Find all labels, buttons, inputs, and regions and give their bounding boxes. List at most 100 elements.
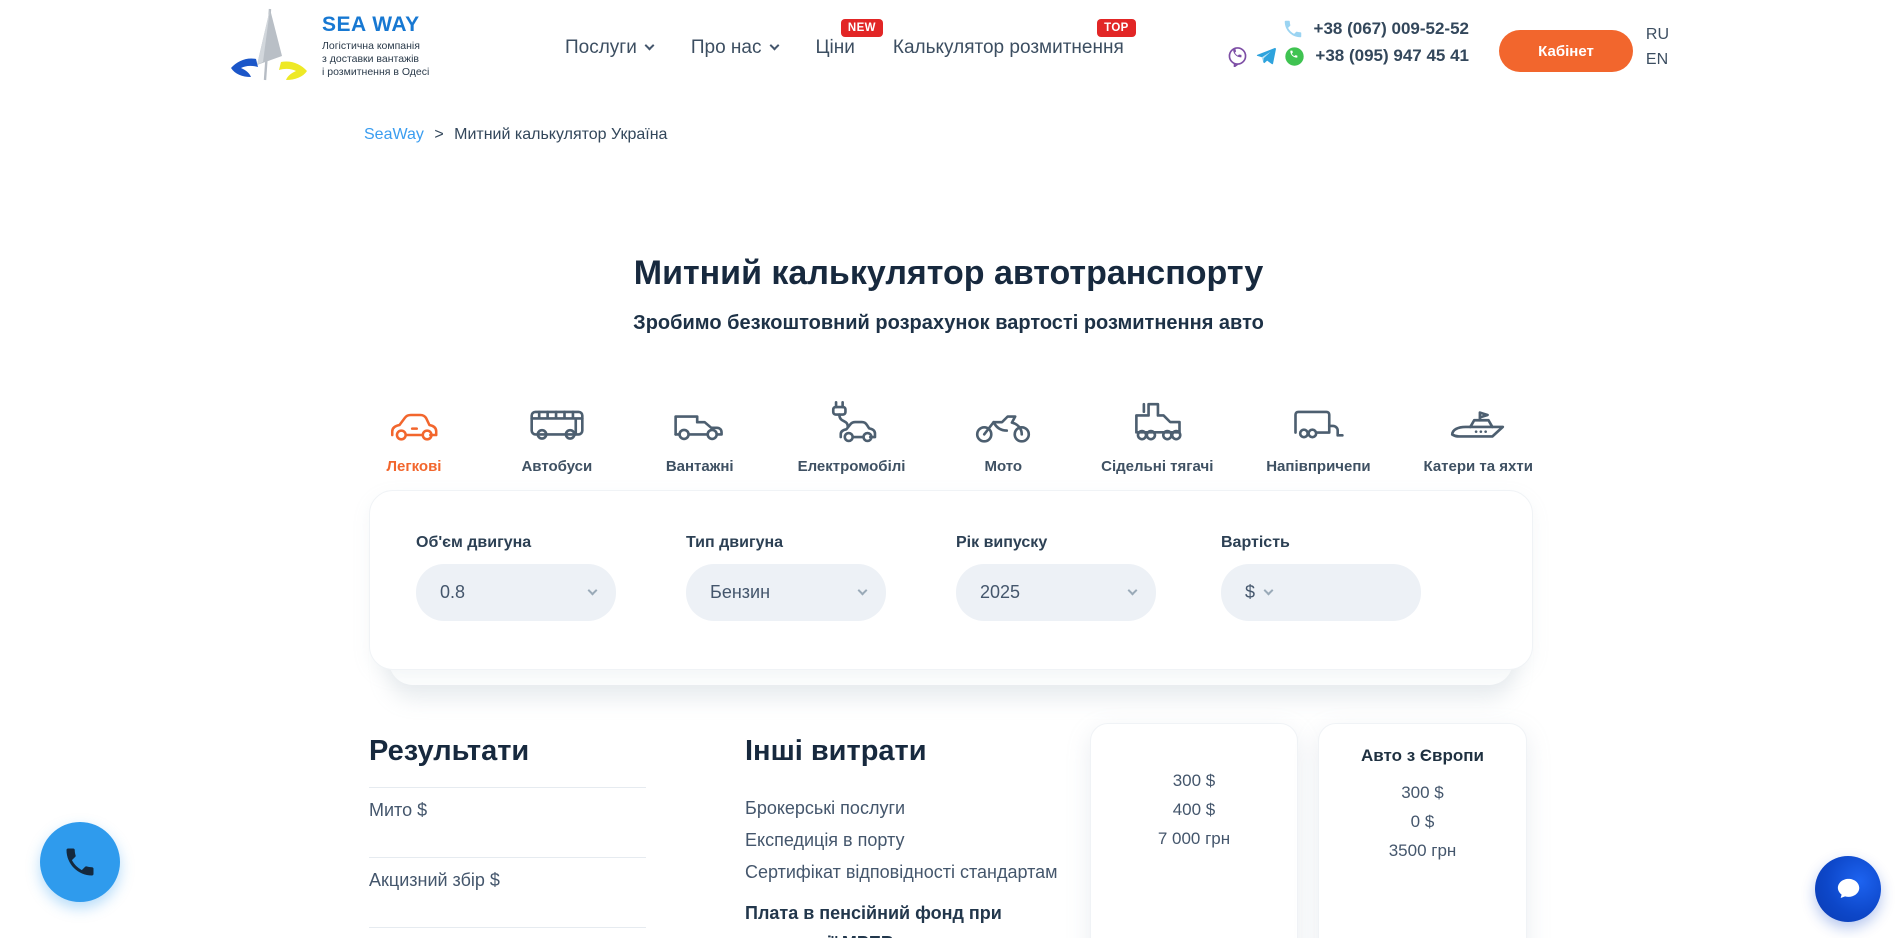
logo-text: SEA WAY Логістична компанія з доставки в… [322,13,429,79]
price-value: 300 $ [1319,778,1526,807]
semi-truck-icon [1127,398,1187,446]
top-badge: TOP [1097,19,1136,37]
price-value: 0 $ [1319,807,1526,836]
tab-label: Мото [984,458,1022,475]
new-badge: NEW [841,19,883,37]
logo-title: SEA WAY [322,13,429,37]
logo-graphic [228,6,310,86]
currency-select-and-price-input[interactable]: $ [1221,564,1421,621]
other-cost-item-pension-fund: Плата в пенсійний фонд при реєстрації МР… [745,898,1045,938]
page-subtitle: Зробимо безкоштовний розрахунок вартості… [0,312,1897,335]
tab-label: Вантажні [666,458,734,475]
price-value: 400 $ [1091,795,1297,824]
truck-icon [670,404,730,446]
breadcrumb-current: Митний калькулятор Україна [454,126,667,143]
nav-item-prices[interactable]: Ціни NEW [816,37,855,59]
page-title: Митний калькулятор автотранспорту [0,254,1897,293]
logo-tagline: Логістична компанія з доставки вантажів … [322,40,429,79]
tab-trucks[interactable]: Вантажні [655,396,745,475]
field-price: Вартість $ [1221,534,1421,621]
price-card-1: 300 $ 400 $ 7 000 грн [1090,723,1298,938]
cabinet-button[interactable]: Кабінет [1499,30,1633,72]
tab-electric-cars[interactable]: Електромобілі [798,396,906,475]
field-label: Вартість [1221,534,1421,552]
result-item-excise: Акцизний збір $ [369,870,500,891]
whatsapp-icon[interactable] [1284,46,1305,67]
engine-volume-select[interactable]: 0.8 [416,564,616,621]
main-nav: Послуги Про нас Ціни NEW Калькулятор роз… [565,0,1124,96]
result-item-duty: Мито $ [369,800,427,821]
other-cost-item: Експедиція в порту [745,830,904,851]
chat-fab-button[interactable] [1815,856,1881,922]
selected-currency: $ [1245,582,1255,603]
chevron-down-icon [769,41,779,51]
field-engine-type: Тип двигуна Бензин [686,534,886,621]
phone-icon [62,844,98,880]
results-title: Результати [369,735,529,768]
price-value: 7 000 грн [1091,824,1297,853]
tab-semi-trailers[interactable]: Напівпричепи [1266,396,1370,475]
call-fab-button[interactable] [40,822,120,902]
year-select[interactable]: 2025 [956,564,1156,621]
trailer-icon [1288,404,1348,446]
page-root: SEA WAY Логістична компанія з доставки в… [0,0,1897,938]
chevron-down-icon [644,41,654,51]
vehicle-type-tabs: Легкові Автобуси Вантажні [369,396,1533,475]
tab-label: Сідельні тягачі [1101,458,1213,475]
phone-icon [1282,18,1304,40]
nav-label: Про нас [691,37,762,59]
logo[interactable]: SEA WAY Логістична компанія з доставки в… [228,6,429,86]
messenger-icons [1227,45,1305,67]
divider [369,927,646,928]
tab-cars[interactable]: Легкові [369,396,459,475]
selected-value: Бензин [710,582,770,603]
other-costs-title: Інші витрати [745,735,927,768]
yacht-icon [1447,404,1509,446]
price-card-title: Авто з Європи [1319,746,1526,766]
language-switcher: RU EN [1646,24,1669,71]
nav-item-about[interactable]: Про нас [691,37,778,59]
chevron-down-icon [1128,586,1138,596]
price-value: 300 $ [1091,766,1297,795]
tab-motorcycles[interactable]: Мото [958,396,1048,475]
chevron-down-icon [1264,586,1274,596]
electric-car-icon [822,398,882,446]
field-label: Об'єм двигуна [416,534,616,552]
field-label: Тип двигуна [686,534,886,552]
divider [369,787,646,788]
car-icon [385,404,443,446]
divider [369,857,646,858]
field-engine-volume: Об'єм двигуна 0.8 [416,534,616,621]
phone-number-2[interactable]: +38 (095) 947 45 41 [1315,46,1469,66]
breadcrumb: SeaWay > Митний калькулятор Україна [364,126,667,144]
tab-label: Напівпричепи [1266,458,1370,475]
lang-en[interactable]: EN [1646,49,1669,71]
tab-label: Катери та яхти [1423,458,1532,475]
breadcrumb-home-link[interactable]: SeaWay [364,126,424,143]
telegram-icon[interactable] [1255,45,1277,67]
tab-label: Автобуси [521,458,592,475]
tab-buses[interactable]: Автобуси [512,396,602,475]
field-year: Рік випуску 2025 [956,534,1156,621]
nav-item-customs-calculator[interactable]: Калькулятор розмитнення TOP [893,37,1124,59]
field-label: Рік випуску [956,534,1156,552]
phone-number-1[interactable]: +38 (067) 009-52-52 [1314,19,1469,39]
nav-item-services[interactable]: Послуги [565,37,653,59]
tab-semi-trucks[interactable]: Сідельні тягачі [1101,396,1213,475]
phone-row-2: +38 (095) 947 45 41 [1227,45,1469,67]
engine-type-select[interactable]: Бензин [686,564,886,621]
nav-label: Калькулятор розмитнення [893,37,1124,59]
lang-ru[interactable]: RU [1646,24,1669,46]
nav-label: Ціни [816,37,855,59]
chat-bubble-icon [1830,871,1866,907]
breadcrumb-separator: > [434,126,443,143]
contacts: +38 (067) 009-52-52 [1227,18,1469,67]
nav-label: Послуги [565,37,637,59]
selected-value: 0.8 [440,582,465,603]
selected-value: 2025 [980,582,1020,603]
viber-icon[interactable] [1227,46,1248,67]
tab-boats-yachts[interactable]: Катери та яхти [1423,396,1532,475]
motorcycle-icon [973,402,1033,446]
bus-icon [527,404,587,446]
price-card-europe: Авто з Європи 300 $ 0 $ 3500 грн [1318,723,1527,938]
